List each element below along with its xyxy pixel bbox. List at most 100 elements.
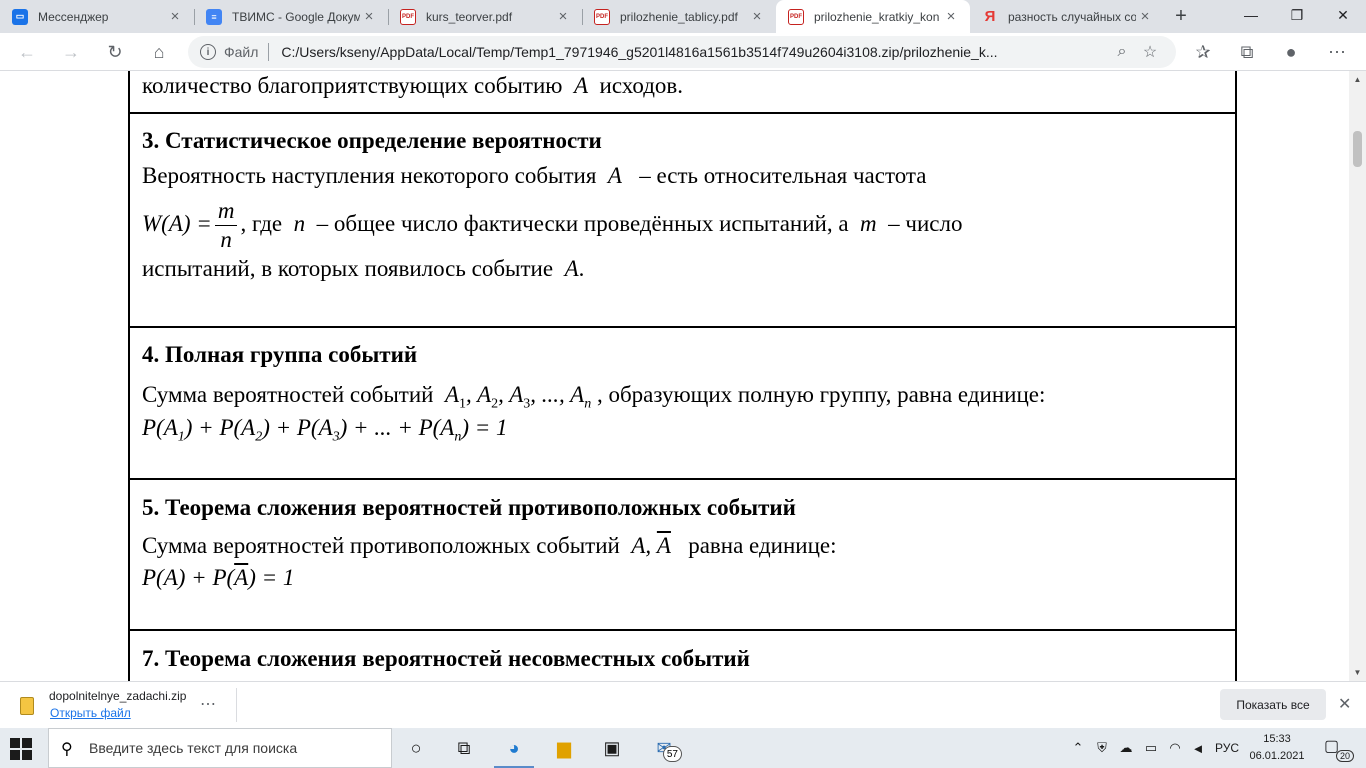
tray-chevron-icon[interactable]: ⌃	[1068, 728, 1088, 768]
scroll-up-icon[interactable]: ▲	[1349, 71, 1366, 88]
cloud-icon[interactable]: ☁	[1116, 728, 1136, 768]
section-4: 4. Полная группа событий Сумма вероятнос…	[130, 328, 1235, 480]
reload-icon[interactable]: ↻	[100, 37, 130, 67]
taskbar-search-box[interactable]: ⚲ Введите здесь текст для поиска	[48, 728, 392, 768]
clock[interactable]: 15:33 06.01.2021	[1245, 731, 1309, 765]
pdf-icon: PDF	[594, 8, 610, 25]
collections-icon[interactable]: ⧉	[1232, 37, 1262, 67]
download-file-name[interactable]: dopolnitelnye_zadachi.zip	[49, 689, 186, 703]
edge-browser-icon[interactable]: ◕	[490, 728, 538, 768]
clock-time: 15:33	[1263, 733, 1291, 745]
address-bar[interactable]: i Файл C:/Users/kseny/AppData/Local/Temp…	[188, 36, 1176, 68]
battery-icon[interactable]: ▭	[1140, 728, 1162, 768]
tab-title: ТВИМС - Google Докум	[232, 9, 360, 24]
clock-date: 06.01.2021	[1249, 750, 1305, 762]
close-tab-icon[interactable]: ×	[1136, 8, 1154, 26]
close-tab-icon[interactable]: ×	[166, 8, 184, 26]
task-view-icon[interactable]: ⧉	[440, 728, 488, 768]
close-tab-icon[interactable]: ×	[554, 8, 572, 26]
show-all-button[interactable]: Показать все	[1220, 689, 1326, 720]
close-window-button[interactable]: ✕	[1320, 0, 1366, 30]
security-icon[interactable]: ⛨	[1092, 728, 1112, 768]
mail-badge: 57	[662, 746, 682, 762]
profile-avatar-icon[interactable]: ●	[1276, 37, 1306, 67]
pdf-table: количество благоприятствующих событию A …	[128, 71, 1237, 681]
home-icon[interactable]: ⌂	[144, 37, 174, 67]
minimize-button[interactable]: —	[1228, 0, 1274, 30]
close-tab-icon[interactable]: ×	[360, 8, 378, 26]
pdf-viewport: количество благоприятствующих событию A …	[0, 71, 1366, 681]
close-tab-icon[interactable]: ×	[942, 8, 960, 26]
divider	[268, 43, 270, 61]
text-line: Вероятность наступления некоторого событ…	[142, 163, 927, 188]
url-text[interactable]: C:/Users/kseny/AppData/Local/Temp/Temp1_…	[281, 44, 1108, 60]
tab-title: prilozhenie_tablicy.pdf	[620, 9, 738, 24]
tab-title: kurs_teorver.pdf	[426, 9, 513, 24]
section-5: 5. Теорема сложения вероятностей противо…	[130, 480, 1235, 631]
messenger-icon: ▭	[12, 8, 28, 25]
mail-icon[interactable]: ✉ 57	[640, 728, 688, 768]
file-explorer-icon[interactable]: ▆	[540, 728, 588, 768]
search-icon: ⚲	[61, 741, 73, 758]
wifi-icon[interactable]: ◠	[1164, 728, 1186, 768]
scrollbar-thumb[interactable]	[1353, 131, 1362, 167]
tab-yandex[interactable]: Я разность случайных со ×	[970, 0, 1164, 33]
search-placeholder: Введите здесь текст для поиска	[89, 740, 298, 756]
section-heading: 5. Теорема сложения вероятностей противо…	[142, 495, 796, 520]
tab-title: разность случайных со	[1008, 9, 1136, 24]
close-shelf-icon[interactable]: ✕	[1338, 694, 1351, 714]
favorite-star-icon[interactable]: ☆	[1136, 38, 1164, 66]
tab-kurs-teorver[interactable]: PDF kurs_teorver.pdf ×	[388, 0, 582, 33]
store-icon[interactable]: ▣	[588, 728, 636, 768]
windows-start-icon[interactable]	[10, 736, 34, 760]
section-7: 7. Теорема сложения вероятностей несовме…	[130, 631, 1235, 681]
yandex-icon: Я	[984, 8, 996, 25]
pdf-icon: PDF	[788, 8, 804, 25]
vertical-scrollbar[interactable]: ▲ ▼	[1349, 71, 1366, 681]
forward-arrow-icon[interactable]: →	[56, 37, 86, 67]
section-heading: 4. Полная группа событий	[142, 342, 418, 367]
formula-line: P(A) + P(A) = 1	[142, 565, 295, 590]
notification-count: 20	[1335, 750, 1354, 762]
back-arrow-icon[interactable]: ←	[12, 37, 42, 67]
tab-title: prilozhenie_kratkiy_kon	[814, 9, 940, 24]
restore-button[interactable]: ❐	[1274, 0, 1320, 30]
new-tab-button[interactable]: +	[1164, 0, 1198, 33]
tab-prilozhenie-tablicy[interactable]: PDF prilozhenie_tablicy.pdf ×	[582, 0, 776, 33]
browser-toolbar: ← → ↻ ⌂ i Файл C:/Users/kseny/AppData/Lo…	[0, 33, 1366, 71]
section-heading: 7. Теорема сложения вероятностей несовме…	[142, 646, 750, 671]
tab-prilozhenie-kratkiy[interactable]: PDF prilozhenie_kratkiy_kon ×	[776, 0, 970, 33]
text-line: Сумма вероятностей событий A1, A2, A3, .…	[142, 382, 1046, 412]
divider	[236, 688, 237, 722]
download-shelf: dopolnitelnye_zadachi.zip Открыть файл ⋯…	[0, 681, 1366, 728]
notification-center-icon[interactable]: ▢ 20	[1324, 736, 1354, 762]
open-file-link[interactable]: Открыть файл	[50, 706, 131, 720]
windows-taskbar: ⚲ Введите здесь текст для поиска ○ ⧉ ◕ ▆…	[0, 728, 1366, 768]
section-3: 3. Статистическое определение вероятност…	[130, 114, 1235, 328]
language-indicator[interactable]: РУС	[1212, 728, 1242, 768]
file-scheme-label: Файл	[224, 44, 259, 60]
volume-icon[interactable]: ◄	[1188, 728, 1208, 768]
text-line: Сумма вероятностей противоположных событ…	[142, 533, 837, 558]
more-options-icon[interactable]: ⋯	[200, 694, 216, 714]
formula-line: P(A1) + P(A2) + P(A3) + ... + P(An) = 1	[142, 414, 508, 445]
section-2-tail: количество благоприятствующих событию A …	[130, 71, 1235, 114]
zip-file-icon	[20, 697, 34, 715]
close-tab-icon[interactable]: ×	[748, 8, 766, 26]
formula-line: W(A) = m n, где n – общее число фактически…	[142, 197, 963, 254]
info-icon[interactable]: i	[200, 44, 216, 60]
pdf-icon: PDF	[400, 8, 416, 25]
google-docs-icon: ≡	[206, 8, 222, 25]
tab-google-docs[interactable]: ≡ ТВИМС - Google Докум ×	[194, 0, 388, 33]
cortana-icon[interactable]: ○	[392, 728, 440, 768]
more-menu-icon[interactable]: ⋯	[1322, 37, 1352, 67]
text-line: количество благоприятствующих событию A …	[142, 73, 684, 98]
tab-messenger[interactable]: ▭ Мессенджер ×	[0, 0, 194, 33]
favorites-list-icon[interactable]: ✰	[1188, 37, 1218, 67]
fraction: mn	[214, 197, 238, 254]
tab-strip: ▭ Мессенджер × ≡ ТВИМС - Google Докум × …	[0, 0, 1366, 33]
scroll-down-icon[interactable]: ▼	[1349, 664, 1366, 681]
tab-title: Мессенджер	[38, 9, 109, 24]
zoom-icon[interactable]: ⌕	[1108, 38, 1136, 66]
section-heading: 3. Статистическое определение вероятност…	[142, 128, 602, 153]
